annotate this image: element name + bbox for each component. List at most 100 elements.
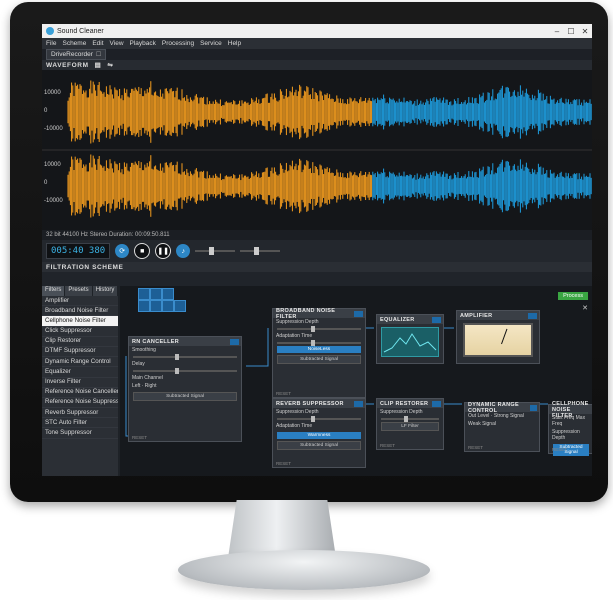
filter-list-item[interactable]: STC Auto Filter: [42, 418, 118, 429]
volume-slider[interactable]: [195, 247, 236, 255]
amplifier-node[interactable]: AMPLIFIER: [456, 310, 540, 364]
filter-list: Amplifier Broadband Noise Filter Cellphone…: [42, 296, 118, 439]
audio-info: 32 bit 44100 Hz Stereo Duration: 00:09:5…: [46, 232, 170, 238]
left-radio[interactable]: Left: [132, 383, 140, 389]
power-icon[interactable]: [230, 338, 239, 345]
tab-presets[interactable]: Presets: [65, 286, 93, 296]
equalizer-node[interactable]: EQUALIZER: [376, 314, 444, 364]
menu-processing[interactable]: Processing: [162, 40, 194, 47]
pause-button[interactable]: ❚❚: [155, 243, 172, 259]
suppression-slider[interactable]: [277, 326, 361, 332]
tab-history[interactable]: History: [92, 286, 119, 296]
filter-list-item[interactable]: Equalizer: [42, 367, 118, 378]
filters-panel: Filters Presets History Amplifier Broadba…: [42, 286, 119, 476]
right-radio[interactable]: Right: [145, 383, 157, 389]
stop-button[interactable]: ■: [134, 243, 151, 259]
reset-link[interactable]: RESET: [552, 447, 567, 452]
delay-slider[interactable]: [133, 368, 237, 374]
filter-list-item[interactable]: Dynamic Range Control: [42, 357, 118, 368]
reset-link[interactable]: RESET: [380, 443, 395, 448]
subtracted-signal-button[interactable]: Subtracted Signal: [277, 441, 361, 450]
filter-list-item[interactable]: Reference Noise Canceller: [42, 388, 118, 398]
maximize-icon[interactable]: ☐: [564, 27, 578, 36]
dynamic-range-node[interactable]: DYNAMIC RANGE CONTROL Out Level · Strong…: [464, 402, 540, 452]
subtracted-signal-button[interactable]: Subtracted Signal: [277, 355, 361, 364]
document-tab[interactable]: DriveRecorder ☐: [46, 49, 107, 60]
menu-scheme[interactable]: Scheme: [62, 40, 86, 47]
node-title: REVERB SUPPRESSOR: [276, 400, 344, 407]
tab-filters[interactable]: Filters: [42, 286, 66, 296]
clip-restorer-node[interactable]: CLIP RESTORER Suppression Depth LF Filte…: [376, 398, 444, 450]
subtracted-signal-button[interactable]: Subtracted Signal: [133, 392, 237, 401]
waveform-view[interactable]: 10000 0 -10000 10000 0 -10000: [42, 70, 592, 230]
filter-list-item[interactable]: Broadband Noise Filter: [42, 306, 118, 317]
node-param-label: Adaptation Time: [276, 423, 313, 429]
filter-list-item[interactable]: Tone Suppressor: [42, 428, 118, 439]
node-param-label: Out Level: [468, 413, 490, 419]
node-title: RN CANCELLER: [132, 338, 179, 345]
waveform-canvas[interactable]: [42, 70, 592, 230]
filter-list-item[interactable]: Clip Restorer: [42, 337, 118, 347]
audio-info-bar: 32 bit 44100 Hz Stereo Duration: 00:09:5…: [42, 230, 592, 240]
filter-list-item[interactable]: Amplifier: [42, 296, 118, 307]
power-icon[interactable]: [354, 400, 363, 407]
title-bar: Sound Cleaner – ☐ ✕: [42, 24, 592, 38]
menu-edit[interactable]: Edit: [92, 40, 103, 47]
scheme-canvas[interactable]: Process ✕ RN CANCELLER Smoothing Delay M…: [120, 286, 592, 476]
power-icon[interactable]: [354, 310, 363, 317]
lf-filter-button[interactable]: LF Filter: [381, 422, 439, 431]
filter-list-item[interactable]: Inverse Filter: [42, 378, 118, 388]
eq-curve-display[interactable]: [381, 327, 439, 357]
power-icon[interactable]: [432, 316, 441, 323]
node-title: EQUALIZER: [380, 316, 415, 323]
time-display: 005:40 380: [46, 243, 111, 259]
menu-bar: File Scheme Edit View Playback Processin…: [42, 38, 592, 49]
filter-list-item[interactable]: Cellphone Noise Filter: [42, 316, 118, 327]
node-param-label: Suppression Depth: [380, 409, 423, 415]
suppression-slider[interactable]: [277, 416, 361, 422]
document-tabs: DriveRecorder ☐: [42, 49, 592, 60]
vu-meter: [463, 323, 533, 357]
noiseless-button[interactable]: NoiseLess: [277, 346, 361, 353]
app-logo-icon: [46, 27, 54, 35]
power-icon[interactable]: [530, 404, 537, 411]
filter-list-item[interactable]: Click Suppressor: [42, 327, 118, 337]
tab-close-icon[interactable]: ☐: [96, 51, 101, 58]
broadband-noise-node[interactable]: BROADBAND NOISE FILTER Suppression Depth…: [272, 308, 366, 398]
minimize-icon[interactable]: –: [550, 27, 564, 36]
reset-link[interactable]: RESET: [276, 461, 291, 466]
menu-playback[interactable]: Playback: [130, 40, 156, 47]
panel-tabs: Filters Presets History: [42, 286, 119, 296]
reset-link[interactable]: RESET: [132, 435, 147, 440]
cellphone-noise-node[interactable]: CELLPHONE NOISE FILTER Start Freq Max Fr…: [548, 401, 592, 456]
balance-slider[interactable]: [240, 247, 281, 255]
reset-link[interactable]: RESET: [468, 445, 483, 450]
reverb-suppressor-node[interactable]: REVERB SUPPRESSOR Suppression Depth Adap…: [272, 398, 366, 468]
menu-view[interactable]: View: [110, 40, 124, 47]
filter-list-item[interactable]: Reverb Suppressor: [42, 408, 118, 419]
monitor-stand-base: [178, 550, 430, 590]
power-icon[interactable]: [528, 312, 537, 319]
reset-link[interactable]: RESET: [276, 391, 291, 396]
node-title: AMPLIFIER: [460, 312, 493, 319]
menu-file[interactable]: File: [46, 40, 56, 47]
suppression-slider[interactable]: [381, 416, 439, 422]
smoothing-slider[interactable]: [133, 354, 237, 360]
warmness-button[interactable]: Warmness: [277, 432, 361, 439]
filter-list-item[interactable]: DTMF Suppressor: [42, 347, 118, 358]
menu-help[interactable]: Help: [228, 40, 241, 47]
menu-service[interactable]: Service: [200, 40, 222, 47]
filtration-area: Filters Presets History Amplifier Broadba…: [42, 286, 592, 476]
y-label: 10000: [44, 162, 61, 168]
y-label: 10000: [44, 90, 61, 96]
node-param-label: Weak Signal: [468, 421, 496, 427]
split-view-icon[interactable]: ⇋: [107, 61, 113, 69]
volume-button[interactable]: ♪: [176, 244, 191, 258]
rn-canceller-node[interactable]: RN CANCELLER Smoothing Delay Main Channe…: [128, 336, 242, 442]
view-mode-icon[interactable]: ▤: [95, 61, 102, 69]
close-icon[interactable]: ✕: [578, 27, 592, 36]
loop-button[interactable]: ⟳: [115, 244, 130, 258]
adaptation-slider[interactable]: [277, 340, 361, 346]
power-icon[interactable]: [432, 400, 441, 407]
filter-list-item[interactable]: Reference Noise Suppressor: [42, 398, 118, 409]
